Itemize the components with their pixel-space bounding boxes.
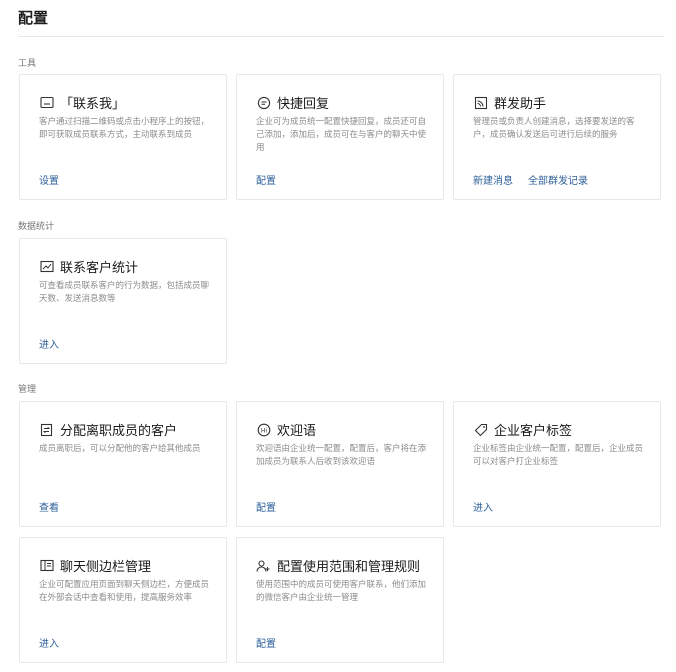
card-title: 配置使用范围和管理规则 <box>277 560 421 575</box>
welcome-config-link[interactable]: 配置 <box>256 499 276 514</box>
card-title: 分配离职成员的客户 <box>60 424 178 439</box>
hi-icon: Hi <box>256 422 271 437</box>
transfer-icon <box>39 422 54 437</box>
contact-me-settings-link[interactable]: 设置 <box>39 172 59 187</box>
card-title: 快捷回复 <box>277 97 330 112</box>
page-title: 配置 <box>18 9 49 27</box>
card-title: 群发助手 <box>494 97 547 112</box>
assign-departed-view-link[interactable]: 查看 <box>39 499 59 514</box>
sidebar-icon <box>39 558 54 573</box>
card-customer-stats: 联系客户统计 可查看成员联系客户的行为数据，包括成员聊天数、发送消息数等 进入 <box>19 238 227 364</box>
header-divider <box>18 36 664 37</box>
card-description: 可查看成员联系客户的行为数据，包括成员聊天数、发送消息数等 <box>39 281 210 304</box>
card-description: 客户通过扫描二维码或点击小程序上的按钮，即可获取成员联系方式，主动联系到成员 <box>39 117 210 140</box>
broadcast-icon <box>473 95 488 110</box>
card-title: 企业客户标签 <box>494 424 573 439</box>
card-contact-me: 「联系我」 客户通过扫描二维码或点击小程序上的按钮，即可获取成员联系方式，主动联… <box>19 74 227 200</box>
card-description: 企业标签由企业统一配置，配置后，企业成员可以对客户打企业标签 <box>473 444 644 467</box>
chart-icon <box>39 259 54 274</box>
card-description: 成员离职后，可以分配他的客户给其他成员 <box>39 444 201 454</box>
add-user-icon <box>256 558 271 573</box>
card-description: 使用范围中的成员可使用客户联系，他们添加的微信客户由企业统一管理 <box>256 580 427 603</box>
chat-bubble-icon <box>256 95 271 110</box>
scope-rules-config-link[interactable]: 配置 <box>256 635 276 650</box>
customer-tags-enter-link[interactable]: 进入 <box>473 499 493 514</box>
customer-stats-enter-link[interactable]: 进入 <box>39 336 59 351</box>
card-scope-rules: 配置使用范围和管理规则 使用范围中的成员可使用客户联系，他们添加的微信客户由企业… <box>236 537 444 663</box>
card-description: 企业可配置应用页面到聊天侧边栏，方便成员在外部会话中查看和使用，提高服务效率 <box>39 580 210 603</box>
section-label-manage: 管理 <box>18 385 37 395</box>
card-sidebar-manage: 聊天侧边栏管理 企业可配置应用页面到聊天侧边栏，方便成员在外部会话中查看和使用，… <box>19 537 227 663</box>
section-label-stats: 数据统计 <box>18 222 55 232</box>
qrcode-window-icon <box>39 95 54 110</box>
card-description: 管理员或负责人创建消息，选择要发送的客户，成员确认发送后可进行后续的服务 <box>473 117 635 140</box>
card-welcome: Hi 欢迎语 欢迎语由企业统一配置，配置后，客户将在添加成员为联系人后收到该欢迎… <box>236 401 444 527</box>
card-description: 欢迎语由企业统一配置，配置后，客户将在添加成员为联系人后收到该欢迎语 <box>256 444 427 467</box>
all-mass-records-link[interactable]: 全部群发记录 <box>528 172 588 187</box>
card-title: 欢迎语 <box>277 424 317 439</box>
card-title: 「联系我」 <box>60 97 126 112</box>
quick-reply-config-link[interactable]: 配置 <box>256 172 276 187</box>
svg-text:Hi: Hi <box>260 427 267 434</box>
card-mass-send: 群发助手 管理员或负责人创建消息，选择要发送的客户，成员确认发送后可进行后续的服… <box>453 74 661 200</box>
card-customer-tags: 企业客户标签 企业标签由企业统一配置，配置后，企业成员可以对客户打企业标签 进入 <box>453 401 661 527</box>
card-quick-reply: 快捷回复 企业可为成员统一配置快捷回复，成员还可自己添加，添加后，成员可在与客户… <box>236 74 444 200</box>
section-label-tools: 工具 <box>18 59 37 69</box>
sidebar-manage-enter-link[interactable]: 进入 <box>39 635 59 650</box>
new-message-link[interactable]: 新建消息 <box>473 172 513 187</box>
card-title: 联系客户统计 <box>60 261 139 276</box>
tag-icon <box>473 422 488 437</box>
card-title: 聊天侧边栏管理 <box>60 560 152 575</box>
card-assign-departed: 分配离职成员的客户 成员离职后，可以分配他的客户给其他成员 查看 <box>19 401 227 527</box>
card-description: 企业可为成员统一配置快捷回复，成员还可自己添加，添加后，成员可在与客户的聊天中使… <box>256 117 427 153</box>
